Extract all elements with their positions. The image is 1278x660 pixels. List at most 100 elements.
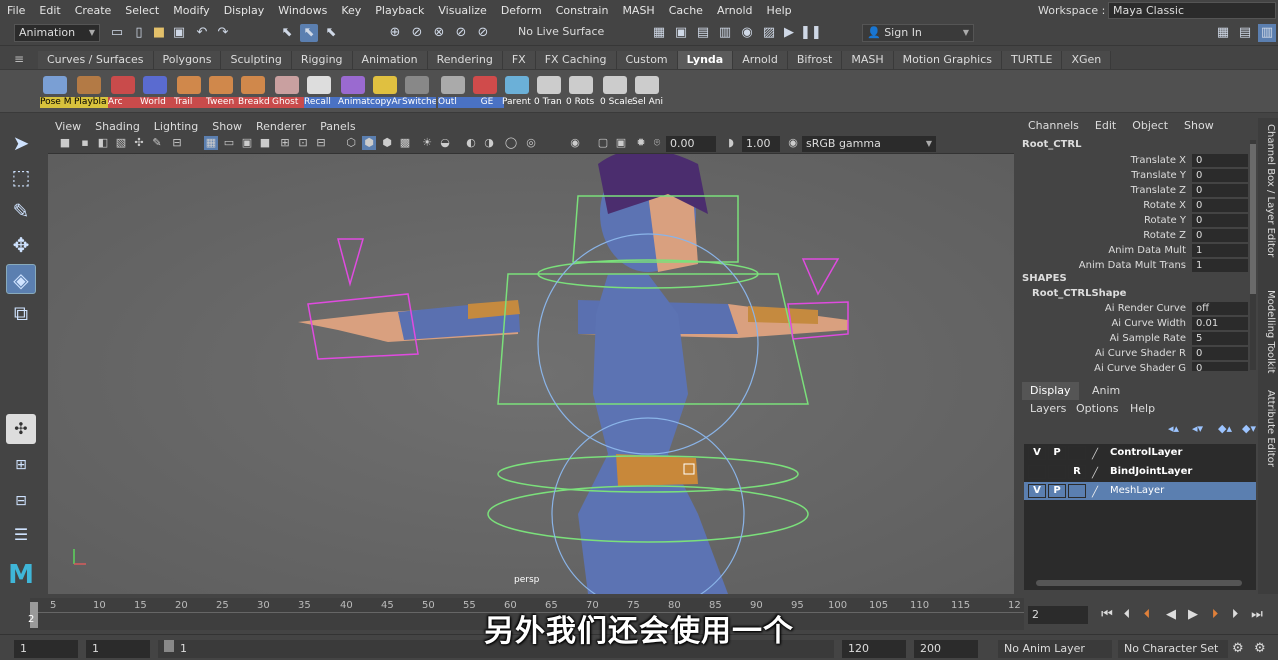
reference-toggle[interactable]: R <box>1068 465 1086 479</box>
attr-ai-curve-shader-r[interactable]: Ai Curve Shader R 0 <box>1018 346 1248 361</box>
tab-modelling-toolkit[interactable]: Modelling Toolkit <box>1260 290 1276 373</box>
viewport-persp[interactable] <box>48 154 1014 594</box>
tab-display[interactable]: Display <box>1022 382 1079 400</box>
color-management-icon[interactable]: ◉ <box>786 136 800 150</box>
shelf-tab-custom[interactable]: Custom <box>616 51 678 69</box>
shelf-tab-fx[interactable]: FX <box>502 51 536 69</box>
scale-tool-icon[interactable]: ⧉ <box>6 298 36 328</box>
shelf-button-trail[interactable]: Trail <box>174 74 208 110</box>
shelf-button-switch[interactable]: Switche <box>402 74 436 110</box>
snap-surface-icon[interactable]: ⊘ <box>452 24 470 42</box>
toggle-modelling-toolkit-icon[interactable]: ▦ <box>1214 24 1232 42</box>
2d-pan-icon[interactable]: ✣ <box>132 136 146 150</box>
attr-rotate-x[interactable]: Rotate X 0 <box>1018 198 1248 213</box>
shelf-button-zero-translate[interactable]: 0 Tran <box>534 74 566 110</box>
grid-toggle-icon[interactable]: ⊟ <box>170 136 184 150</box>
shelf-tab-arnold[interactable]: Arnold <box>733 51 788 69</box>
shelf-tab-curves-surfaces[interactable]: Curves / Surfaces <box>38 51 154 69</box>
shelf-tab-xgen[interactable]: XGen <box>1062 51 1112 69</box>
menu-windows[interactable]: Windows <box>271 4 334 17</box>
arnold-render-icon[interactable]: ▨ <box>760 24 778 42</box>
motion-blur-icon[interactable]: ◑ <box>482 136 496 150</box>
isolate-select-icon[interactable]: ◉ <box>568 136 582 150</box>
help-menu[interactable]: Help <box>1130 402 1155 415</box>
menu-visualize[interactable]: Visualize <box>431 4 493 17</box>
edit-menu[interactable]: Edit <box>1087 117 1124 135</box>
layer-name[interactable]: ControlLayer <box>1110 444 1182 462</box>
playback-toggle[interactable]: P <box>1048 446 1066 460</box>
screen-space-ao-icon[interactable]: ◐ <box>464 136 478 150</box>
render-settings-icon[interactable]: ▥ <box>716 24 734 42</box>
new-scene-icon[interactable]: ▯ <box>130 24 148 42</box>
new-layer-selected-icon[interactable]: ◆▾ <box>1242 422 1256 435</box>
color-space-dropdown[interactable]: sRGB gamma ▼ <box>802 136 936 152</box>
attr-translate-z[interactable]: Translate Z 0 <box>1018 183 1248 198</box>
shelf-tab-motion-graphics[interactable]: Motion Graphics <box>893 51 1003 69</box>
channel-box-scrollbar[interactable] <box>1250 140 1256 370</box>
tab-anim[interactable]: Anim <box>1084 382 1128 400</box>
menu-modify[interactable]: Modify <box>166 4 216 17</box>
attr-translate-x[interactable]: Translate X 0 <box>1018 153 1248 168</box>
shelf-button-ghost[interactable]: Ghost <box>272 74 306 110</box>
film-gate-icon[interactable]: ▭ <box>222 136 236 150</box>
layer-row-bindjoint[interactable]: R ╱ BindJointLayer <box>1024 463 1256 481</box>
menu-cache[interactable]: Cache <box>662 4 710 17</box>
safe-action-icon[interactable]: ⊡ <box>296 136 310 150</box>
shelf-tab-turtle[interactable]: TURTLE <box>1002 51 1063 69</box>
ipr-icon[interactable]: ▤ <box>694 24 712 42</box>
toggle-attribute-editor-icon[interactable]: ▤ <box>1236 24 1254 42</box>
shelf-button-tween[interactable]: Tween <box>206 74 240 110</box>
attr-value[interactable]: 5 <box>1192 332 1248 345</box>
attr-ai-render-curve[interactable]: Ai Render Curve off <box>1018 301 1248 316</box>
snap-curve-icon[interactable]: ⊘ <box>408 24 426 42</box>
move-tool-icon[interactable]: ✥ <box>6 230 36 260</box>
near-clip-field[interactable]: 0.00 <box>666 136 716 152</box>
shelf-button-outliner[interactable]: Outl <box>438 74 472 110</box>
layer-row-control[interactable]: V P ╱ ControlLayer <box>1024 444 1256 462</box>
show-menu[interactable]: Show <box>1176 117 1222 135</box>
shelf-tab-lynda[interactable]: Lynda <box>677 51 734 69</box>
attr-value[interactable]: 0 <box>1192 229 1248 242</box>
shelf-tab-bifrost[interactable]: Bifrost <box>787 51 843 69</box>
lasso-tool-icon[interactable]: ⬚ <box>6 162 36 192</box>
menu-arnold[interactable]: Arnold <box>710 4 760 17</box>
shelf-button-world[interactable]: World <box>140 74 174 110</box>
shelf-button-breakdown[interactable]: Breakd <box>238 74 272 110</box>
grease-pencil-icon[interactable]: ✎ <box>150 136 164 150</box>
sign-in-button[interactable]: 👤 Sign In ▼ <box>862 24 974 42</box>
layout-side-icon[interactable]: ⊟ <box>6 486 36 516</box>
attr-value[interactable]: 0 <box>1192 347 1248 360</box>
attr-anim-data-mult[interactable]: Anim Data Mult 1 <box>1018 243 1248 258</box>
panel-menu-renderer[interactable]: Renderer <box>249 120 313 133</box>
new-layer-icon[interactable]: ◆▴ <box>1218 422 1232 435</box>
scrollbar-thumb[interactable] <box>1250 144 1256 294</box>
gate-mask-icon[interactable]: ■ <box>258 136 272 150</box>
menu-help[interactable]: Help <box>760 4 799 17</box>
layer-color-icon[interactable]: ╱ <box>1092 484 1098 502</box>
anti-alias-icon[interactable]: ◯ <box>504 136 518 150</box>
attr-value[interactable]: 0 <box>1192 362 1248 371</box>
reference-toggle[interactable] <box>1068 446 1086 460</box>
shelf-tab-animation[interactable]: Animation <box>352 51 428 69</box>
resolution-gate-icon[interactable]: ▣ <box>240 136 254 150</box>
menu-deform[interactable]: Deform <box>494 4 549 17</box>
shelf-tab-rendering[interactable]: Rendering <box>427 51 503 69</box>
reference-toggle[interactable] <box>1068 484 1086 498</box>
shelf-tab-fx-caching[interactable]: FX Caching <box>535 51 617 69</box>
paint-select-icon[interactable]: ✎ <box>6 196 36 226</box>
render-icon[interactable]: ▣ <box>672 24 690 42</box>
exposure-icon[interactable]: ✹ <box>634 136 648 150</box>
hypershade-icon[interactable]: ◉ <box>738 24 756 42</box>
select-tool-icon[interactable]: ➤ <box>6 128 36 158</box>
visibility-toggle[interactable]: V <box>1028 484 1046 498</box>
shelf-button-select-anim[interactable]: Sel Ani <box>632 74 664 110</box>
xray-icon[interactable]: ▢ <box>596 136 610 150</box>
lights-icon[interactable]: ☀ <box>420 136 434 150</box>
menu-file[interactable]: File <box>0 4 32 17</box>
attr-rotate-z[interactable]: Rotate Z 0 <box>1018 228 1248 243</box>
camera-icon[interactable]: ■ <box>58 136 72 150</box>
object-menu[interactable]: Object <box>1124 117 1176 135</box>
attr-value[interactable]: 0 <box>1192 154 1248 167</box>
shelf-button-zero-scale[interactable]: 0 Scale <box>600 74 633 110</box>
menu-select[interactable]: Select <box>118 4 166 17</box>
